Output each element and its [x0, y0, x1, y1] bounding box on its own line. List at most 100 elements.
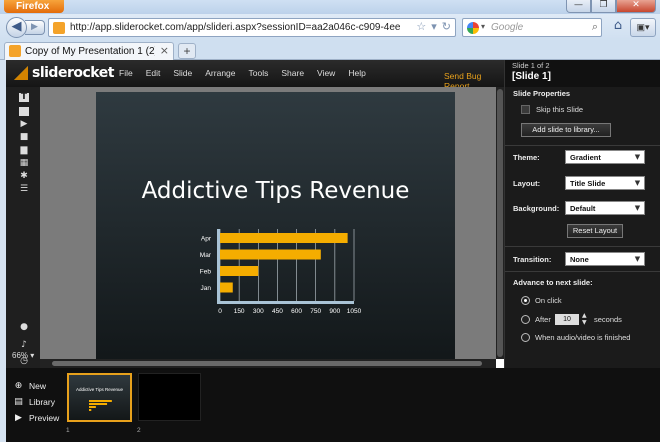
theme-label: Theme:: [513, 153, 540, 162]
list-tool-icon[interactable]: ☰: [19, 185, 29, 194]
slide-properties-heading: Slide Properties: [513, 89, 571, 98]
plugin-tool-icon[interactable]: ✱: [19, 172, 29, 181]
url-text[interactable]: http://app.sliderocket.com/app/slideri.a…: [70, 22, 400, 33]
menu-tools[interactable]: Tools: [249, 68, 269, 78]
sliderocket-app: sliderocket File Edit Slide Arrange Tool…: [6, 60, 660, 442]
transition-select[interactable]: None ▼: [565, 252, 645, 266]
zoom-dropdown[interactable]: 66% ▾: [12, 351, 34, 360]
after-radio[interactable]: [521, 315, 530, 324]
address-bar[interactable]: http://app.sliderocket.com/app/slideri.a…: [48, 18, 456, 37]
thumbnail-chart: [89, 400, 112, 411]
library-icon: ▤: [14, 396, 23, 407]
forward-button[interactable]: ▶: [25, 20, 45, 35]
google-icon[interactable]: [467, 22, 479, 34]
vertical-scrollbar[interactable]: [496, 87, 504, 359]
x-tick-label: 300: [253, 308, 264, 315]
minimize-button[interactable]: —: [566, 0, 591, 13]
x-tick-label: 1050: [347, 308, 362, 315]
menu-edit[interactable]: Edit: [146, 68, 161, 78]
browser-tab[interactable]: Copy of My Presentation 1 (2) - SlideRo.…: [4, 42, 174, 60]
layout-select[interactable]: Title Slide ▼: [565, 176, 645, 190]
play-icon: ▶: [15, 412, 22, 423]
x-tick-label: 0: [218, 308, 222, 315]
seconds-label: seconds: [594, 315, 622, 324]
thumbnail-bar: [89, 403, 108, 405]
media-finished-label: When audio/video is finished: [535, 333, 631, 342]
new-slide-button[interactable]: ⊕ New: [14, 381, 46, 391]
search-placeholder[interactable]: Google: [491, 22, 523, 33]
text-tool-icon[interactable]: T: [19, 93, 29, 102]
table-tool-icon[interactable]: ▦: [19, 159, 29, 168]
bar: [220, 249, 321, 260]
main-menu: File Edit Slide Arrange Tools Share View…: [119, 68, 366, 78]
x-tick-label: 600: [291, 308, 302, 315]
on-click-label: On click: [535, 296, 562, 305]
magnifier-icon[interactable]: ⌕: [592, 20, 598, 34]
back-button[interactable]: ◀: [6, 17, 27, 38]
seconds-input[interactable]: 10: [555, 314, 579, 325]
bar: [220, 266, 259, 276]
layout-label: Layout:: [513, 179, 541, 188]
chevron-down-icon: ▼: [634, 153, 641, 161]
maximize-button[interactable]: ❐: [591, 0, 616, 13]
seconds-stepper[interactable]: ▲ ▼: [582, 312, 587, 326]
media-tool-icon[interactable]: ▶: [19, 120, 29, 129]
x-tick-label: 150: [234, 308, 245, 315]
after-label: After: [535, 315, 551, 324]
theme-select[interactable]: Gradient ▼: [565, 150, 645, 164]
chevron-down-icon: ▼: [634, 204, 641, 212]
menu-slide[interactable]: Slide: [173, 68, 192, 78]
tab-title: Copy of My Presentation 1 (2) - SlideRo.…: [25, 46, 155, 57]
reload-icon[interactable]: ↻: [442, 20, 451, 33]
scroll-corner: [496, 359, 504, 368]
bookmark-star-icon[interactable]: ☆: [416, 20, 426, 33]
menu-arrange[interactable]: Arrange: [205, 68, 235, 78]
tab-strip: Copy of My Presentation 1 (2) - SlideRo.…: [0, 41, 660, 60]
on-click-radio[interactable]: [521, 296, 530, 305]
slide-thumbnail-2[interactable]: [138, 373, 201, 421]
engine-dropdown-icon[interactable]: ▾: [481, 22, 485, 31]
slide-thumbnail-1[interactable]: Addictive Tips Revenue: [67, 373, 132, 422]
clipart-tool-icon[interactable]: ■: [19, 133, 29, 142]
menu-file[interactable]: File: [119, 68, 133, 78]
shape-tool-icon[interactable]: [19, 107, 29, 116]
category-label: Mar: [200, 252, 212, 259]
skip-slide-checkbox[interactable]: [521, 105, 530, 114]
insert-toolbar: T ▶ ■ ▆ ▦ ✱ ☰ ● ♪ ◷: [6, 87, 40, 368]
slide-canvas[interactable]: Addictive Tips Revenue 0 150 300 450 600 750 9…: [40, 87, 496, 364]
horizontal-scrollbar[interactable]: [40, 359, 496, 368]
y-axis: [217, 229, 220, 301]
properties-panel: Slide 1 of 2 [Slide 1] Slide Properties …: [504, 60, 660, 368]
new-tab-button[interactable]: +: [178, 43, 196, 59]
menu-view[interactable]: View: [317, 68, 335, 78]
slide-sorter: ⊕ New ▤ Library ▶ Preview Addictive Tips Re…: [6, 368, 660, 442]
firefox-menu-button[interactable]: Firefox: [4, 0, 64, 13]
tools-menu-button[interactable]: ▣▾: [630, 18, 656, 37]
back-forward-group: ▶ ◀: [6, 17, 45, 38]
search-box[interactable]: ▾ Google ⌕: [462, 18, 602, 37]
background-select[interactable]: Default ▼: [565, 201, 645, 215]
microphone-icon[interactable]: ♪: [19, 341, 29, 350]
preview-button[interactable]: ▶ Preview: [14, 413, 59, 423]
home-icon[interactable]: ⌂: [608, 18, 628, 37]
close-window-button[interactable]: ✕: [616, 0, 656, 13]
menu-share[interactable]: Share: [281, 68, 304, 78]
category-label: Jan: [201, 285, 212, 292]
slide-1[interactable]: Addictive Tips Revenue 0 150 300 450 600 750 9…: [96, 92, 455, 364]
reset-layout-button[interactable]: Reset Layout: [567, 224, 623, 238]
thumbnail-number-1: 1: [66, 427, 70, 434]
media-finished-radio[interactable]: [521, 333, 530, 342]
menu-help[interactable]: Help: [348, 68, 365, 78]
bar: [220, 282, 233, 293]
dropdown-arrow-icon[interactable]: ▾: [431, 20, 437, 33]
revenue-bar-chart[interactable]: 0 150 300 450 600 750 900 1050 Apr Mar Feb Jan: [96, 92, 455, 364]
close-tab-icon[interactable]: ×: [160, 44, 169, 57]
transition-label: Transition:: [513, 255, 552, 264]
slide-name: [Slide 1]: [512, 71, 551, 82]
library-button[interactable]: ▤ Library: [14, 397, 55, 407]
comment-icon[interactable]: ●: [19, 323, 29, 332]
tab-favicon-icon: [9, 45, 21, 57]
add-to-library-button[interactable]: Add slide to library...: [521, 123, 611, 137]
chart-tool-icon[interactable]: ▆: [19, 146, 29, 155]
advance-heading: Advance to next slide:: [513, 278, 593, 287]
